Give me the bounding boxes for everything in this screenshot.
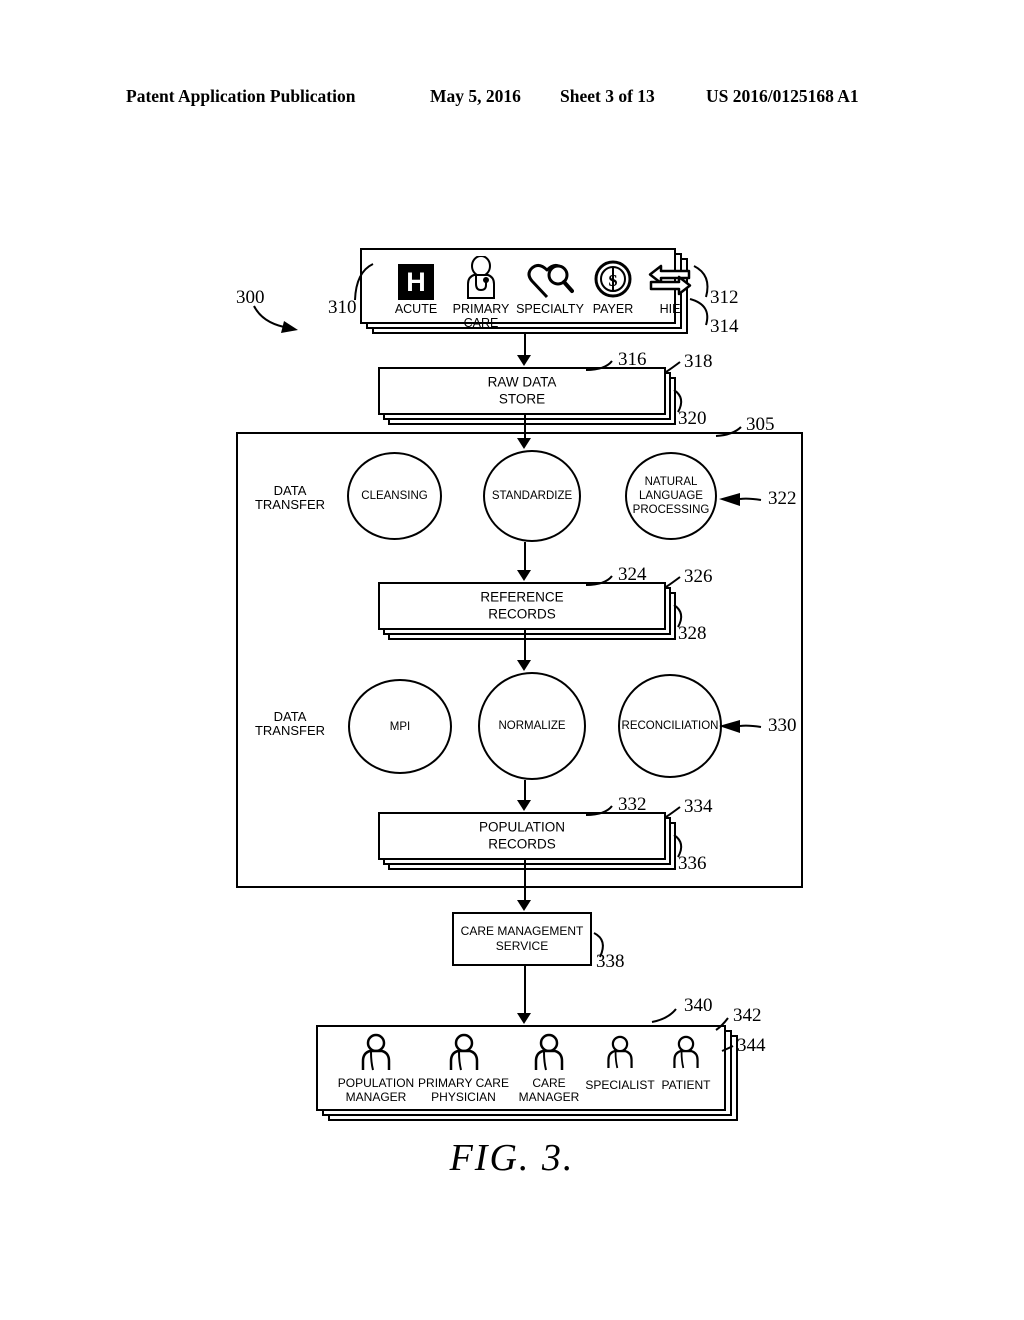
connector-reference-to-normalize: [524, 630, 526, 661]
user-role-label: PATIENT: [661, 1078, 711, 1092]
arrowhead-raw-data-store: [517, 355, 531, 366]
process-label: NATURAL LANGUAGE PROCESSING: [632, 476, 710, 516]
ref-326: 326: [684, 566, 713, 587]
person-icon: [607, 1035, 633, 1069]
person-icon: [534, 1033, 564, 1071]
connector-standardize-to-reference: [524, 542, 526, 571]
reference-records-label: REFERENCE RECORDS: [480, 589, 564, 622]
process-standardize[interactable]: STANDARDIZE: [483, 450, 581, 542]
ref-312: 312: [710, 287, 739, 308]
population-records-label: POPULATION RECORDS: [478, 819, 566, 852]
ref-316: 316: [618, 349, 647, 370]
arrowhead-300: [281, 321, 298, 333]
ref-340: 340: [684, 995, 713, 1016]
care-management-service: CARE MANAGEMENT SERVICE: [452, 912, 592, 966]
process-normalize[interactable]: NORMALIZE: [478, 672, 586, 780]
exchange-arrows-icon: [627, 256, 713, 300]
process-label: MPI: [389, 720, 411, 733]
connector-normalize-to-population: [524, 780, 526, 801]
raw-data-store: RAW DATA STORE: [378, 367, 666, 415]
care-management-service-label: CARE MANAGEMENT SERVICE: [460, 924, 584, 953]
figure-caption: FIG. 3.: [449, 1137, 575, 1179]
ref-342: 342: [733, 1005, 762, 1026]
ref-320: 320: [678, 408, 707, 429]
process-label: STANDARDIZE: [491, 490, 573, 502]
connector-care-service-to-users: [524, 966, 526, 1014]
process-mpi[interactable]: MPI: [348, 679, 452, 774]
user-role-patient[interactable]: PATIENT: [648, 1035, 724, 1092]
arrowhead-standardize: [517, 438, 531, 449]
arrowhead-users-panel: [517, 1013, 531, 1024]
process-reconciliation[interactable]: RECONCILIATION: [618, 674, 722, 778]
ref-334: 334: [684, 796, 713, 817]
ref-310: 310: [328, 297, 357, 318]
process-label: CLEANSING: [361, 490, 428, 502]
ref-300: 300: [236, 287, 265, 308]
ref-344: 344: [737, 1035, 766, 1056]
ref-322: 322: [768, 488, 797, 509]
arrowhead-normalize: [517, 660, 531, 671]
ref-305: 305: [746, 414, 775, 435]
process-cleansing[interactable]: CLEANSING: [347, 452, 442, 540]
source-systems-panel: H ACUTE PRIMARY CARE SPECIALTY PAYER HIE: [360, 248, 692, 330]
source-item-hie[interactable]: HIE: [627, 256, 713, 316]
process-label: NORMALIZE: [498, 720, 566, 732]
arrowhead-care-management-service: [517, 900, 531, 911]
connector-raw-to-standardize: [524, 415, 526, 439]
person-icon: [449, 1033, 478, 1071]
ref-314: 314: [710, 316, 739, 337]
raw-data-store-label: RAW DATA STORE: [487, 374, 557, 407]
patent-header: Patent Application Publication May 5, 20…: [0, 86, 1024, 116]
publication-date: May 5, 2016: [430, 86, 521, 106]
ref-338: 338: [596, 951, 625, 972]
ref-330: 330: [768, 715, 797, 736]
ref-318: 318: [684, 351, 713, 372]
users-panel: POPULATION MANAGER PRIMARY CARE PHYSICIA…: [316, 1025, 726, 1111]
person-icon: [361, 1033, 391, 1071]
ref-328: 328: [678, 623, 707, 644]
arrowhead-reference-records: [517, 570, 531, 581]
user-role-primary-care-physician[interactable]: PRIMARY CARE PHYSICIAN: [411, 1033, 516, 1104]
population-records: POPULATION RECORDS: [378, 812, 666, 860]
publication-title: Patent Application Publication: [126, 86, 356, 106]
person-icon: [673, 1035, 699, 1069]
sheet-number: Sheet 3 of 13: [560, 86, 655, 106]
connector-sources-to-raw: [524, 334, 526, 356]
ref-324: 324: [618, 564, 647, 585]
process-natural-language-processing[interactable]: NATURAL LANGUAGE PROCESSING: [625, 452, 717, 540]
data-transfer-label-bottom: DATA TRANSFER: [254, 709, 326, 738]
data-transfer-label-top: DATA TRANSFER: [254, 483, 326, 512]
reference-records: REFERENCE RECORDS: [378, 582, 666, 630]
ref-332: 332: [618, 794, 647, 815]
connector-population-to-care-service: [524, 860, 526, 901]
patent-number: US 2016/0125168 A1: [706, 86, 859, 106]
user-role-label: PRIMARY CARE PHYSICIAN: [418, 1076, 509, 1104]
process-label: RECONCILIATION: [621, 720, 719, 732]
arrowhead-population-records: [517, 800, 531, 811]
ref-336: 336: [678, 853, 707, 874]
source-label: HIE: [659, 302, 681, 316]
